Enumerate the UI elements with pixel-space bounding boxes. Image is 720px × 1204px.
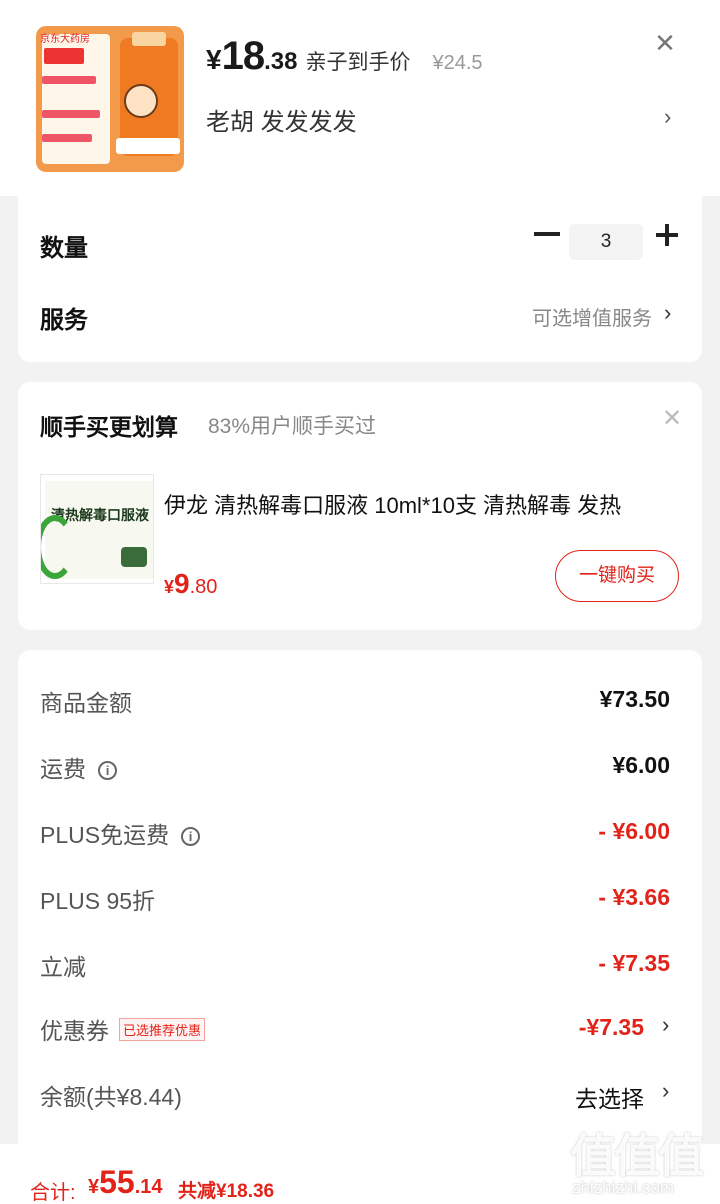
balance-select[interactable]: 去选择 [575,1080,644,1114]
product-price: ¥ 18 .38 亲子到手价 ¥24.5 [206,34,483,79]
fee-value: - ¥6.00 [598,818,670,844]
fee-row-balance[interactable]: 余额(共¥8.44) 去选择 › [40,1078,680,1118]
fee-row-instant-discount: 立减 - ¥7.35 [40,948,680,988]
fee-value: -¥7.35 [578,1014,644,1040]
original-price: ¥24.5 [432,52,483,74]
thumbnail-stripe [42,134,92,142]
addon-price-integer: 9 [174,568,190,599]
fee-label: 商品金额 [40,690,132,716]
minus-icon[interactable] [534,232,560,236]
total-integer: 55 [99,1164,135,1200]
plus-icon[interactable] [656,224,678,246]
close-icon[interactable]: ✕ [662,404,682,433]
addon-product-image[interactable]: 清热解毒口服液 [40,474,154,584]
chevron-right-icon[interactable]: › [664,300,671,326]
total-decimal: .14 [134,1176,163,1198]
one-click-buy-button[interactable]: 一键购买 [555,550,679,602]
thumbnail-price-strip [116,138,180,154]
total-currency: ¥ [88,1176,100,1198]
fee-label: 运费 [40,756,86,782]
thumbnail-stripe [42,110,100,118]
fee-summary-card: 商品金额 ¥73.50 运费 i ¥6.00 PLUS免运费 i - ¥6.00 P… [18,650,702,1170]
fee-value: ¥6.00 [612,752,670,778]
quantity-input[interactable]: 3 [569,224,643,260]
fee-label: 立减 [40,954,86,980]
fee-label-wrap: 运费 i [40,750,117,784]
coupon-tag: 已选推荐优惠 [119,1018,206,1041]
chevron-right-icon[interactable]: › [662,1078,669,1104]
price-integer: 18 [221,34,265,78]
addon-box-logo [121,547,147,567]
fee-value: - ¥3.66 [598,884,670,910]
thumbnail-stripe [42,76,96,84]
info-icon[interactable]: i [98,761,117,780]
addon-card: 顺手买更划算 83%用户顺手买过 ✕ 清热解毒口服液 伊龙 清热解毒口服液 10… [18,382,702,630]
addon-price-currency: ¥ [164,577,175,597]
product-header: 京东大药房 ¥ 18 .38 亲子到手价 ¥24.5 ✕ 老胡 发发发发 › [0,0,720,196]
total-label: 合计: [30,1182,76,1204]
thumbnail-bottle-cap [132,32,166,46]
addon-product-price: ¥ 9 .80 [164,568,217,600]
price-label: 亲子到手价 [305,51,411,74]
fee-row-plus-free-shipping: PLUS免运费 i - ¥6.00 [40,816,680,856]
total-savings: 共减¥18.36 [178,1181,275,1202]
service-value[interactable]: 可选增值服务 [532,302,652,331]
total-price: ¥ 55 .14 [88,1164,163,1201]
thumbnail-store-text: 京东大药房 [40,34,90,45]
fee-row-coupon[interactable]: 优惠券 已选推荐优惠 -¥7.35 › [40,1012,680,1052]
watermark: 值值值 zhizhizhi.com [570,1120,720,1204]
watermark-logo: 值值值 [570,1129,704,1183]
fee-label: 优惠券 [40,1018,109,1044]
service-label: 服务 [40,307,88,334]
fee-label: PLUS免运费 [40,822,170,848]
addon-price-decimal: .80 [189,576,218,598]
thumbnail-badge [44,48,84,64]
selected-spec[interactable]: 老胡 发发发发 [206,102,357,137]
fee-value: ¥73.50 [599,686,670,712]
addon-title: 顺手买更划算 [40,414,178,440]
addon-subtitle: 83%用户顺手买过 [208,415,377,438]
product-thumbnail[interactable]: 京东大药房 [36,26,184,172]
fee-label: 余额(共¥8.44) [40,1084,182,1110]
fee-label-wrap: 优惠券 已选推荐优惠 [40,1012,206,1046]
close-icon[interactable]: ✕ [650,28,680,58]
quantity-service-card: 数量 3 服务 可选增值服务 › [18,196,702,362]
thumbnail-child-face [124,84,158,118]
chevron-right-icon[interactable]: › [662,1012,669,1038]
fee-row-shipping: 运费 i ¥6.00 [40,750,680,790]
fee-row-plus-discount: PLUS 95折 - ¥3.66 [40,882,680,922]
chevron-right-icon[interactable]: › [664,104,671,130]
price-decimal: .38 [264,48,298,75]
quantity-label: 数量 [40,235,88,262]
price-currency: ¥ [206,44,222,75]
fee-value: - ¥7.35 [598,950,670,976]
fee-label: PLUS 95折 [40,888,156,914]
info-icon[interactable]: i [181,827,201,846]
fee-label-wrap: PLUS免运费 i [40,816,201,850]
fee-row-subtotal: 商品金额 ¥73.50 [40,684,680,724]
addon-product-name[interactable]: 伊龙 清热解毒口服液 10ml*10支 清热解毒 发热 [164,488,674,520]
watermark-url: zhizhizhi.com [572,1178,675,1197]
